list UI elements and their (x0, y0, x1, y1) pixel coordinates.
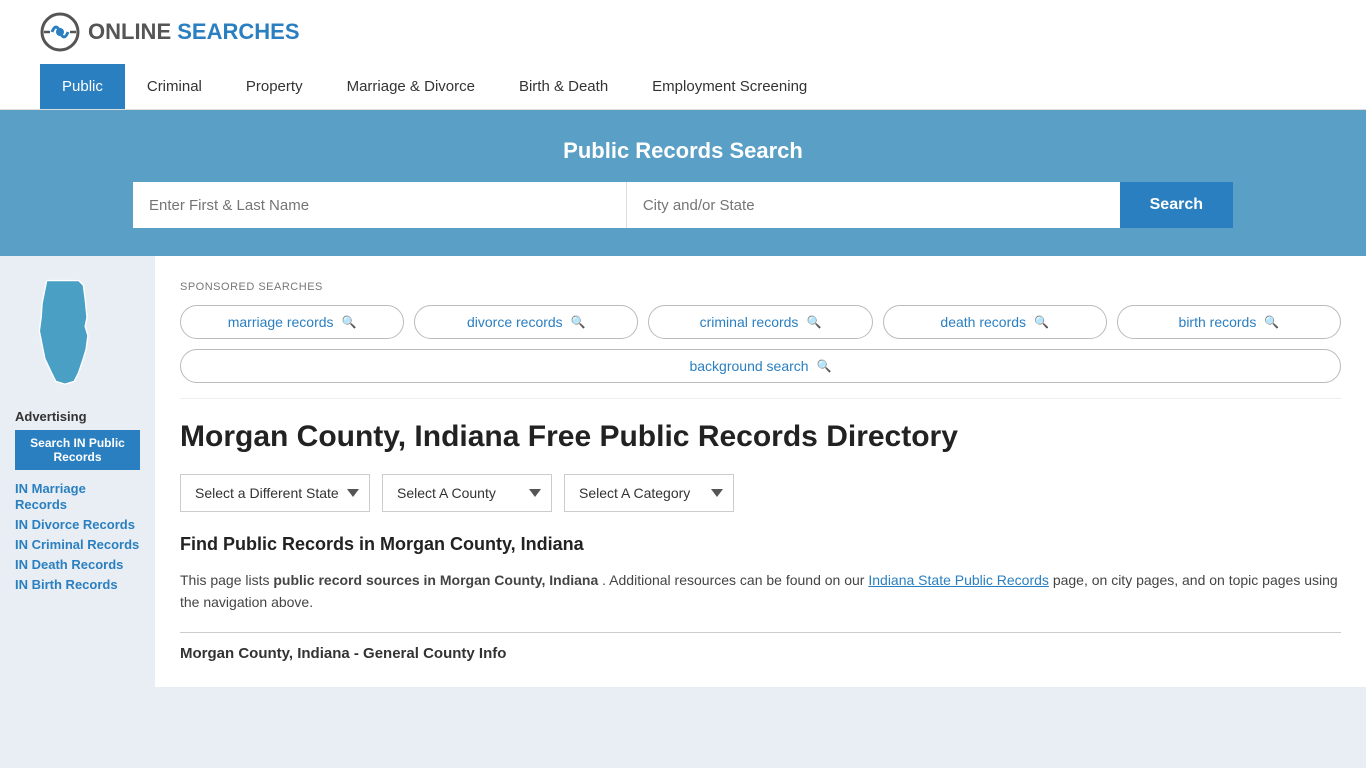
category-dropdown[interactable]: Select A Category (564, 474, 734, 512)
list-item[interactable]: IN Criminal Records (15, 536, 140, 552)
tag-divorce-label: divorce records (467, 314, 563, 330)
tag-marriage[interactable]: marriage records 🔍 (180, 305, 404, 339)
state-map (15, 276, 140, 389)
tag-criminal-label: criminal records (700, 314, 799, 330)
search-icon: 🔍 (1034, 315, 1049, 329)
logo-text: ONLINE SEARCHES (88, 19, 300, 45)
advertising-label: Advertising (15, 409, 140, 424)
ad-button[interactable]: Search IN Public Records (15, 430, 140, 470)
logo-online: ONLINE (88, 19, 171, 44)
name-input[interactable] (133, 182, 627, 228)
tag-divorce[interactable]: divorce records 🔍 (414, 305, 638, 339)
tag-death[interactable]: death records 🔍 (883, 305, 1107, 339)
main-content: SPONSORED SEARCHES marriage records 🔍 di… (155, 256, 1366, 687)
sidebar: Advertising Search IN Public Records IN … (0, 256, 155, 687)
logo: ONLINE SEARCHES (40, 12, 300, 52)
list-item[interactable]: IN Birth Records (15, 576, 140, 592)
search-icon: 🔍 (1264, 315, 1279, 329)
list-item[interactable]: IN Death Records (15, 556, 140, 572)
find-heading: Find Public Records in Morgan County, In… (180, 534, 1341, 555)
search-icon: 🔍 (342, 315, 357, 329)
tag-death-label: death records (940, 314, 1026, 330)
nav-link-criminal[interactable]: Criminal (125, 64, 224, 109)
sponsored-label: SPONSORED SEARCHES (180, 271, 1341, 297)
indiana-map-svg (15, 276, 115, 386)
tag-birth-label: birth records (1179, 314, 1257, 330)
nav-link-property[interactable]: Property (224, 64, 325, 109)
main-layout: Advertising Search IN Public Records IN … (0, 256, 1366, 687)
sidebar-links: IN Marriage Records IN Divorce Records I… (15, 480, 140, 592)
search-icon: 🔍 (817, 359, 832, 373)
nav-item-employment[interactable]: Employment Screening (630, 64, 829, 109)
location-input[interactable] (627, 182, 1120, 228)
sidebar-link-death[interactable]: IN Death Records (15, 557, 123, 572)
county-info-heading: Morgan County, Indiana - General County … (180, 632, 1341, 662)
desc-link[interactable]: Indiana State Public Records (868, 572, 1049, 588)
search-form: Search (133, 182, 1233, 228)
tag-background-label: background search (689, 358, 808, 374)
header: ONLINE SEARCHES (0, 0, 1366, 64)
nav-item-criminal[interactable]: Criminal (125, 64, 224, 109)
nav-item-property[interactable]: Property (224, 64, 325, 109)
search-icon: 🔍 (806, 315, 821, 329)
search-banner: Public Records Search Search (0, 110, 1366, 256)
logo-searches: SEARCHES (177, 19, 299, 44)
county-dropdown[interactable]: Select A County (382, 474, 552, 512)
page-title: Morgan County, Indiana Free Public Recor… (180, 417, 1341, 456)
list-item[interactable]: IN Divorce Records (15, 516, 140, 532)
desc-part1: This page lists (180, 572, 273, 588)
main-nav: Public Criminal Property Marriage & Divo… (0, 64, 1366, 110)
sidebar-link-marriage[interactable]: IN Marriage Records (15, 481, 86, 512)
sidebar-link-criminal[interactable]: IN Criminal Records (15, 537, 139, 552)
sponsored-section: SPONSORED SEARCHES marriage records 🔍 di… (180, 271, 1341, 399)
nav-link-employment[interactable]: Employment Screening (630, 64, 829, 109)
nav-link-birth[interactable]: Birth & Death (497, 64, 630, 109)
dropdowns-row: Select a Different State Select A County… (180, 474, 1341, 512)
nav-item-marriage[interactable]: Marriage & Divorce (325, 64, 497, 109)
nav-item-public[interactable]: Public (40, 64, 125, 109)
nav-link-marriage[interactable]: Marriage & Divorce (325, 64, 497, 109)
desc-bold: public record sources in Morgan County, … (273, 572, 598, 588)
search-icon: 🔍 (571, 315, 586, 329)
search-tags: marriage records 🔍 divorce records 🔍 cri… (180, 305, 1341, 383)
logo-icon (40, 12, 80, 52)
tag-marriage-label: marriage records (228, 314, 334, 330)
search-banner-title: Public Records Search (40, 138, 1326, 164)
description-text: This page lists public record sources in… (180, 569, 1341, 614)
tag-birth[interactable]: birth records 🔍 (1117, 305, 1341, 339)
desc-part2: . Additional resources can be found on o… (602, 572, 868, 588)
tag-background[interactable]: background search 🔍 (180, 349, 1341, 383)
sidebar-link-birth[interactable]: IN Birth Records (15, 577, 118, 592)
state-dropdown[interactable]: Select a Different State (180, 474, 370, 512)
list-item[interactable]: IN Marriage Records (15, 480, 140, 512)
tag-criminal[interactable]: criminal records 🔍 (648, 305, 872, 339)
nav-link-public[interactable]: Public (40, 64, 125, 109)
nav-item-birth[interactable]: Birth & Death (497, 64, 630, 109)
sidebar-link-divorce[interactable]: IN Divorce Records (15, 517, 135, 532)
search-button[interactable]: Search (1120, 182, 1233, 228)
